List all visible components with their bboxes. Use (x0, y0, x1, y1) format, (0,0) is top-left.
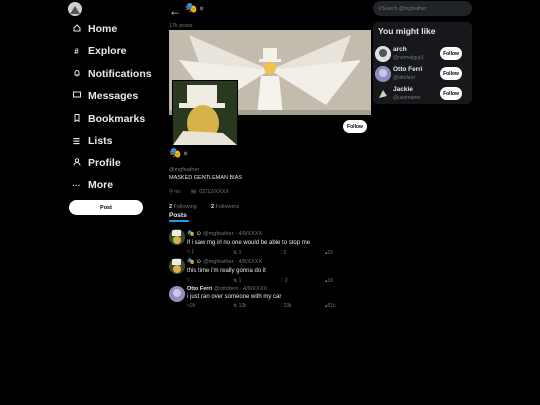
follow-button[interactable]: Follow (440, 67, 462, 80)
location-pin-icon: ⚲ (169, 189, 174, 195)
followers-link[interactable]: 2 Followers (211, 204, 239, 210)
post-text: i just ran over someone with my car (187, 294, 282, 300)
repost-icon: ⇅ (233, 250, 238, 256)
sidebar-item-label: Lists (88, 135, 113, 147)
reply-button[interactable]: □2k (187, 303, 195, 309)
like-button[interactable]: ♡2 (279, 250, 286, 256)
drama-masks-icon: 🎭 (169, 148, 182, 159)
suggestion-name[interactable]: arch (393, 46, 407, 53)
follow-button[interactable]: Follow (440, 87, 462, 100)
header-name: 🎭 ⊙ (185, 3, 204, 14)
following-link[interactable]: 2 Following (169, 204, 197, 210)
message-icon (72, 91, 81, 101)
views-button[interactable]: ▴16 (325, 278, 333, 284)
sidebar-item-lists[interactable]: ☰ Lists (72, 135, 113, 147)
reply-button[interactable]: □ 1 (187, 249, 194, 255)
follow-button[interactable]: Follow (343, 120, 367, 133)
post-header: Otto Ferri @ottoferri · 4/9/XXXX (187, 286, 268, 292)
suggestion-name[interactable]: Otto Ferri (393, 66, 423, 73)
reply-icon: □ (187, 277, 191, 283)
sidebar-item-bookmarks[interactable]: Bookmarks (72, 113, 145, 125)
post-button[interactable]: Post (69, 200, 143, 215)
sidebar-item-label: More (88, 179, 114, 191)
post-text: this time i'm really gonna do it (187, 268, 266, 274)
profile-location: ⚲ no (169, 189, 181, 195)
profile-name: 🎭 ⊙ (169, 148, 188, 159)
bell-icon (72, 69, 81, 79)
views-button[interactable]: ▴15 (325, 250, 333, 256)
sidebar-item-more[interactable]: ··· More (72, 179, 114, 191)
calendar-icon: ▤ (191, 189, 197, 195)
tab-posts[interactable]: Posts (169, 212, 189, 222)
suggestion-handle: @ottoferri (393, 75, 416, 81)
person-icon (72, 158, 81, 168)
sidebar-item-home[interactable]: Home (72, 23, 117, 35)
search-box[interactable]: ⚲ Search @mgfeather (373, 1, 472, 16)
back-arrow-icon[interactable]: ← (169, 4, 181, 18)
post-header: 🎭 ⊙ @mgfeather · 4/9/XXXX (187, 230, 263, 238)
follow-button[interactable]: Follow (440, 47, 462, 60)
views-button[interactable]: ▴51k (325, 303, 336, 309)
drama-masks-icon: 🎭 (187, 259, 195, 265)
suggestion-avatar[interactable] (375, 46, 391, 62)
suggestions-panel: You might like arch @normalguy1 Follow O… (373, 22, 472, 104)
sidebar-item-label: Messages (88, 90, 139, 102)
post-count: 17k posts (169, 23, 193, 29)
list-icon: ☰ (72, 136, 81, 146)
repost-button[interactable]: ⇅ 1 (233, 250, 241, 256)
tab-indicator (169, 220, 189, 222)
account-avatar[interactable] (68, 2, 82, 16)
drama-masks-icon: 🎭 (187, 231, 195, 237)
repost-icon: ⇅ (233, 278, 238, 284)
suggestion-handle: @normalguy1 (393, 55, 425, 61)
sidebar-item-messages[interactable]: Messages (72, 90, 138, 102)
heart-icon: ♡ (279, 278, 284, 284)
sidebar-item-explore[interactable]: # Explore (72, 45, 127, 57)
sidebar-item-label: Profile (88, 157, 121, 169)
reply-icon: □ (187, 249, 191, 255)
sidebar-item-notifications[interactable]: Notifications (72, 68, 152, 80)
post-avatar[interactable] (169, 286, 185, 302)
post-avatar[interactable] (169, 258, 185, 274)
more-icon: ··· (72, 180, 81, 190)
repost-button[interactable]: ⇅ 13k (233, 303, 247, 309)
post-avatar[interactable] (169, 229, 185, 245)
repost-icon: ⇅ (233, 303, 238, 309)
sidebar-item-label: Home (88, 23, 118, 35)
post-text: if i saw mg irl no one would be able to … (187, 240, 311, 246)
hash-icon: # (74, 46, 79, 56)
sidebar-item-profile[interactable]: Profile (72, 157, 121, 169)
suggestion-avatar[interactable] (375, 86, 391, 102)
sidebar-item-label: Bookmarks (88, 113, 146, 125)
reply-button[interactable]: □ (187, 277, 190, 283)
sidebar-item-label: Notifications (88, 68, 152, 80)
suggestion-avatar[interactable] (375, 66, 391, 82)
like-button[interactable]: ♡23k (279, 303, 292, 309)
profile-handle: @mgfeather (169, 167, 200, 173)
profile-bio: MASKED GENTLEMAN BIAS (169, 175, 243, 181)
bookmark-icon (72, 114, 81, 124)
suggestions-title: You might like (378, 26, 436, 36)
post-header: 🎭 ⊙ @mgfeather · 4/8/XXXX (187, 258, 263, 266)
sidebar-item-label: Explore (88, 45, 127, 57)
like-button[interactable]: ♡ 2 (279, 278, 288, 284)
suggestion-handle: @username (393, 95, 421, 101)
profile-joined: ▤ 02/12/XXXX (191, 189, 230, 195)
suggestion-name[interactable]: Jackie (393, 86, 413, 93)
profile-avatar (172, 80, 238, 146)
home-icon (72, 24, 81, 34)
repost-button[interactable]: ⇅ 1 (233, 278, 241, 284)
drama-masks-icon: 🎭 (185, 3, 198, 14)
